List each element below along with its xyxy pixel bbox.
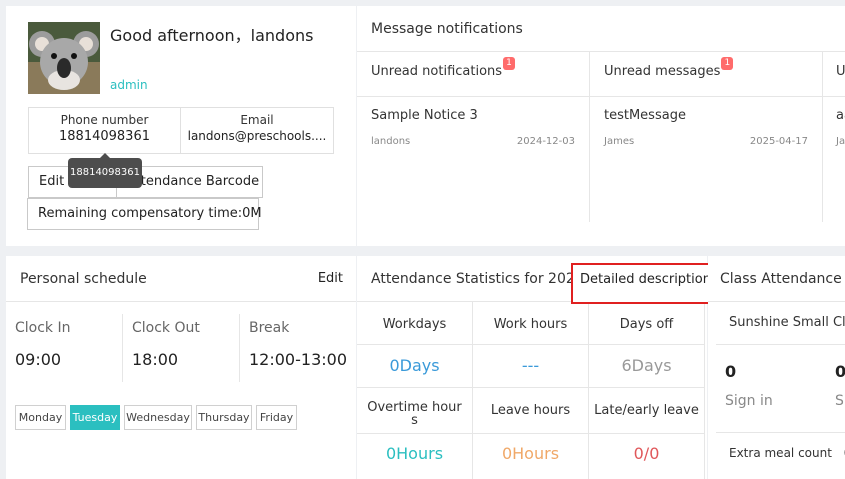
day-tuesday[interactable]: Tuesday xyxy=(70,405,120,430)
workdays-value: 0Days xyxy=(389,356,440,375)
sign-in-label: Sign in xyxy=(725,393,773,409)
message-author: James xyxy=(604,136,635,147)
day-friday[interactable]: Friday xyxy=(256,405,297,430)
unread-notifications-badge: 1 xyxy=(503,57,516,70)
schedule-edit-button[interactable]: Edit xyxy=(318,256,343,302)
message-item[interactable]: testMessage James 2025-04-17 xyxy=(590,97,823,222)
clock-in-block: Clock In 09:00 xyxy=(15,314,123,382)
leave-value-cell: 0Hours xyxy=(473,434,589,479)
phone-tooltip: 18814098361 xyxy=(68,153,142,188)
late-value-cell: 0/0 xyxy=(589,434,705,479)
late-label-cell: Late/early leave xyxy=(589,388,705,434)
second-stat-label: Si xyxy=(835,393,845,409)
second-stat-value: 0 xyxy=(835,362,845,381)
clock-out-label: Clock Out xyxy=(132,320,200,336)
work-hours-value-cell: --- xyxy=(473,345,589,388)
avatar[interactable] xyxy=(28,22,100,94)
notification-author: landons xyxy=(371,136,411,147)
message-title: testMessage xyxy=(604,108,686,123)
clock-in-value: 09:00 xyxy=(15,350,62,369)
extra-meal-label: Extra meal count xyxy=(729,446,832,460)
days-off-label: Days off xyxy=(619,317,674,332)
tab-unread-notifications[interactable]: Unread notifications1 xyxy=(357,52,590,96)
personal-schedule-title-text: Personal schedule xyxy=(20,271,147,287)
phone-label: Phone number xyxy=(60,113,149,127)
messages-header-row: Unread notifications1 Unread messages1 U xyxy=(357,52,845,97)
clock-out-block: Clock Out 18:00 xyxy=(132,314,240,382)
message-notifications-card: Message notifications Unread notificatio… xyxy=(357,6,845,246)
message-notifications-title: Message notifications xyxy=(357,6,845,52)
notification-item[interactable]: Sample Notice 3 landons 2024-12-03 xyxy=(357,97,590,222)
class-name[interactable]: Sunshine Small Class xyxy=(716,302,845,345)
day-thursday[interactable]: Thursday xyxy=(196,405,252,430)
tab-third-column-label: U xyxy=(836,64,845,79)
tab-unread-notifications-label: Unread notifications xyxy=(371,64,503,79)
workdays-label: Workdays xyxy=(382,317,447,332)
overtime-value: 0Hours xyxy=(385,444,444,463)
break-value: 12:00-13:00 xyxy=(249,350,347,369)
unread-messages-badge: 1 xyxy=(721,57,734,70)
notification-date: 2024-12-03 xyxy=(516,136,575,147)
overtime-label-cell: Overtime hour s xyxy=(357,388,473,434)
class-attendance-card: Class Attendance Sunshine Small Class 0 … xyxy=(708,256,845,479)
detailed-description-label: Detailed description xyxy=(580,272,711,287)
personal-schedule-card: Personal schedule Edit Clock In 09:00 Cl… xyxy=(6,256,356,479)
break-label: Break xyxy=(249,320,290,336)
late-value: 0/0 xyxy=(633,444,660,463)
clock-out-value: 18:00 xyxy=(132,350,179,369)
leave-label-cell: Leave hours xyxy=(473,388,589,434)
extra-meal-row: Extra meal count 0 xyxy=(716,432,845,472)
third-column-item[interactable]: aa Ja xyxy=(823,97,845,222)
workdays-value-cell: 0Days xyxy=(357,345,473,388)
detailed-description-button[interactable]: Detailed description xyxy=(571,263,711,304)
phone-value: 18814098361 xyxy=(59,129,150,144)
email-block: Email landons@preschools.... xyxy=(181,108,333,153)
email-label: Email xyxy=(240,113,274,127)
days-off-value-cell: 6Days xyxy=(589,345,705,388)
koala-avatar-icon xyxy=(28,22,100,94)
tooltip-text: 18814098361 xyxy=(70,167,140,178)
compensatory-time-button[interactable]: Remaining compensatory time:0M xyxy=(27,198,262,230)
days-off-value: 6Days xyxy=(621,356,672,375)
email-value: landons@preschools.... xyxy=(187,129,327,143)
late-label: Late/early leave xyxy=(594,403,699,418)
workdays-label-cell: Workdays xyxy=(357,302,473,345)
clock-in-label: Clock In xyxy=(15,320,71,336)
work-hours-label-cell: Work hours xyxy=(473,302,589,345)
contact-info: Phone number 18814098361 Email landons@p… xyxy=(28,107,334,154)
break-block: Break 12:00-13:00 xyxy=(249,314,349,382)
profile-card: Good afternoon，landons admin Phone numbe… xyxy=(6,6,356,246)
sign-in-value: 0 xyxy=(725,362,737,381)
personal-schedule-title: Personal schedule Edit xyxy=(6,256,356,302)
overtime-label-wrap: s xyxy=(411,413,418,428)
leave-value: 0Hours xyxy=(501,444,560,463)
notification-title: Sample Notice 3 xyxy=(371,108,478,123)
tab-unread-messages-label: Unread messages xyxy=(604,64,721,79)
tab-third-column[interactable]: U xyxy=(823,52,845,96)
tab-unread-messages[interactable]: Unread messages1 xyxy=(590,52,823,96)
role-label: admin xyxy=(110,78,148,92)
day-wednesday[interactable]: Wednesday xyxy=(124,405,192,430)
message-date: 2025-04-17 xyxy=(749,136,808,147)
days-off-label-cell: Days off xyxy=(589,302,705,345)
overtime-value-cell: 0Hours xyxy=(357,434,473,479)
greeting: Good afternoon，landons xyxy=(110,26,314,45)
class-attendance-title: Class Attendance xyxy=(708,256,845,302)
leave-label: Leave hours xyxy=(490,403,571,418)
work-hours-value: --- xyxy=(521,356,540,375)
third-column-author: Ja xyxy=(836,136,845,147)
day-monday[interactable]: Monday xyxy=(15,405,66,430)
phone-block: Phone number 18814098361 xyxy=(29,108,181,153)
third-column-title: aa xyxy=(836,108,845,123)
work-hours-label: Work hours xyxy=(493,317,568,332)
